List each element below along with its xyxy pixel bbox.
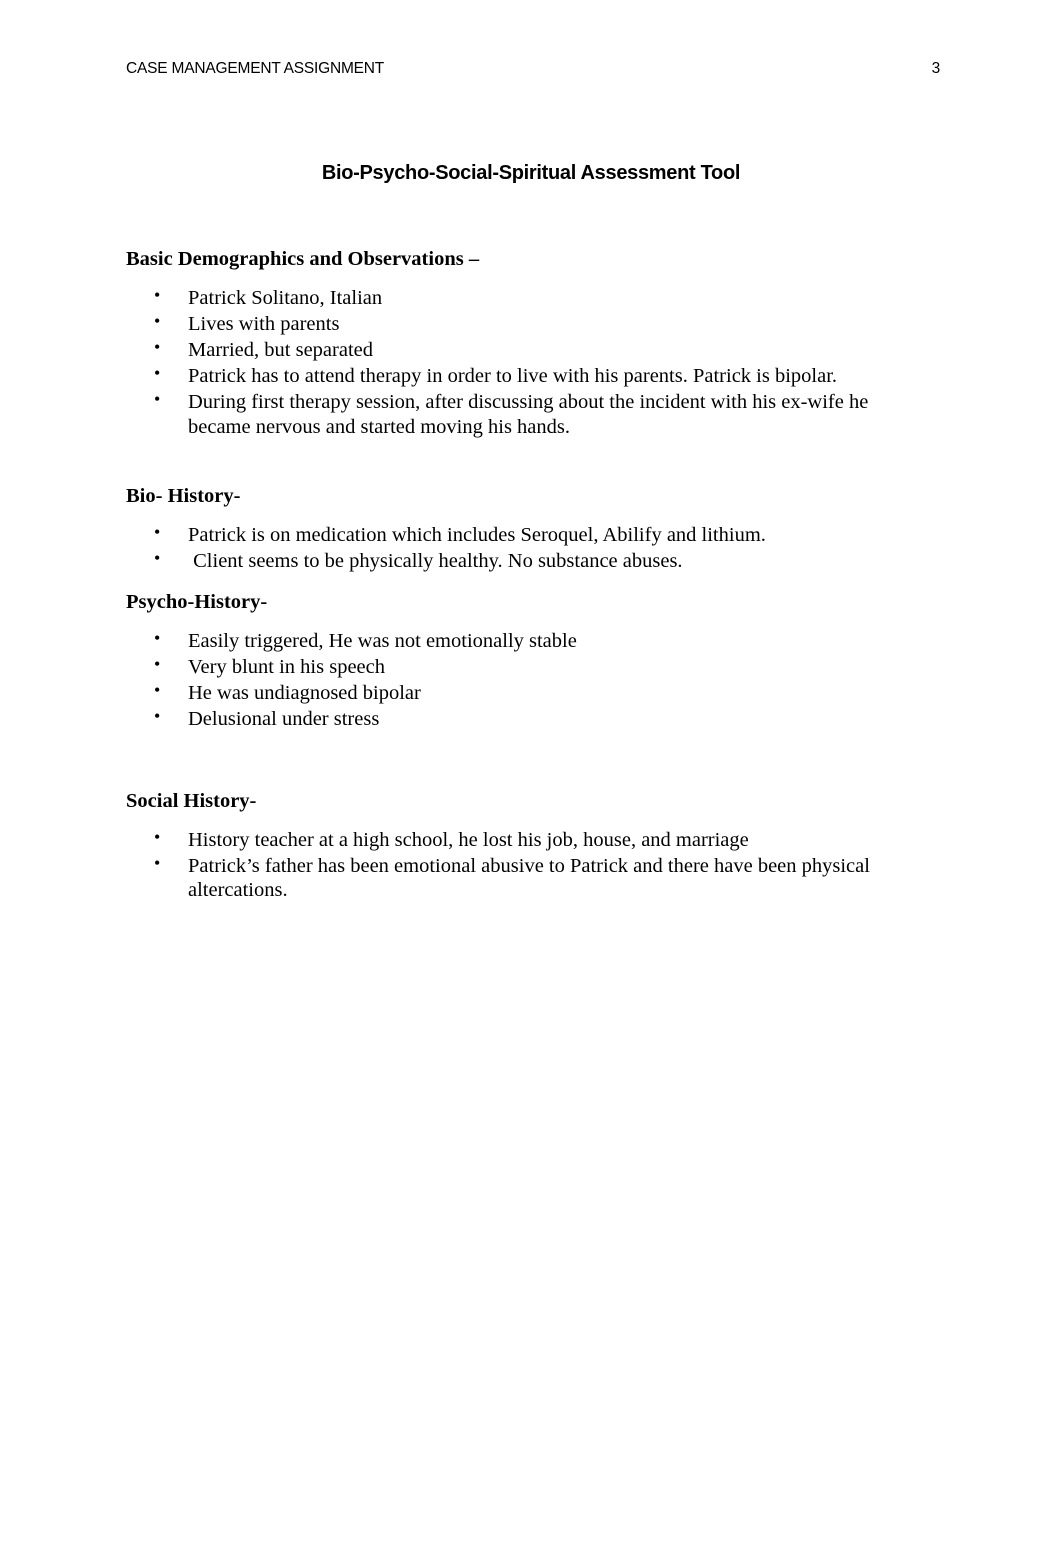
bullet-icon: • — [154, 826, 161, 847]
list-item: • Client seems to be physically healthy.… — [126, 547, 906, 574]
list-item-text: Patrick has to attend therapy in order t… — [188, 365, 838, 387]
section-heading: Social History- — [126, 789, 257, 812]
list-item-text: Patrick’s father has been emotional abus… — [188, 854, 870, 902]
list-item: • Patrick is on medication which includes… — [126, 521, 906, 548]
list-item-text: Patrick Solitano, Italian — [188, 287, 383, 309]
bullet-icon: • — [154, 521, 161, 542]
list-item-text: Easily triggered, He was not emotionally… — [188, 629, 577, 652]
list-item: • Lives with parents — [126, 311, 906, 337]
section-heading: Basic Demographics and Observations – — [126, 248, 480, 270]
list-item: • Delusional under stress — [126, 705, 906, 732]
bullet-list: • History teacher at a high school, he lo… — [126, 826, 906, 903]
bullet-icon: • — [154, 705, 161, 726]
bullet-icon: • — [154, 311, 161, 331]
bullet-list: • Patrick is on medication which includes… — [126, 521, 906, 574]
section-heading: Psycho-History- — [126, 590, 268, 613]
bullet-icon: • — [154, 389, 161, 409]
bullet-icon: • — [154, 653, 161, 674]
section-social-history: Social History- • History teacher at a hi… — [126, 788, 906, 903]
list-item: • Very blunt in his speech — [126, 653, 906, 680]
running-title: CASE MANAGEMENT ASSIGNMENT — [126, 60, 385, 77]
list-item-text: Very blunt in his speech — [188, 655, 385, 678]
page-number: 3 — [931, 60, 941, 77]
bullet-icon: • — [154, 337, 161, 357]
section-bio-history: Bio- History- • Patrick is on medication … — [126, 483, 906, 574]
bullet-icon: • — [154, 627, 161, 648]
bullet-icon: • — [154, 679, 161, 700]
list-item-text: History teacher at a high school, he los… — [188, 828, 749, 851]
page-header: CASE MANAGEMENT ASSIGNMENT 3 — [126, 60, 940, 78]
bullet-list: • Easily triggered, He was not emotionall… — [126, 627, 906, 732]
list-item-text: Delusional under stress — [188, 707, 380, 730]
list-item-text: Patrick is on medication which includes … — [188, 523, 766, 546]
list-item: • History teacher at a high school, he lo… — [126, 826, 906, 853]
list-item: • Married, but separated — [126, 337, 906, 363]
section-heading: Bio- History- — [126, 484, 241, 507]
list-item: • Patrick Solitano, Italian — [126, 285, 906, 311]
list-item-text: Lives with parents — [188, 313, 340, 335]
list-item: • Easily triggered, He was not emotionall… — [126, 627, 906, 654]
bullet-icon: • — [154, 285, 161, 305]
list-item-text: Client seems to be physically healthy. N… — [188, 549, 683, 572]
document-body: Basic Demographics and Observations – • P… — [126, 246, 906, 904]
bullet-icon: • — [154, 547, 161, 568]
list-item: • Patrick has to attend therapy in order … — [126, 363, 906, 389]
list-item-text: He was undiagnosed bipolar — [188, 681, 421, 704]
document-title: Bio-Psycho-Social-Spiritual Assessment T… — [321, 162, 741, 184]
section-psycho-history: Psycho-History- • Easily triggered, He wa… — [126, 589, 906, 732]
list-item-text: During first therapy session, after disc… — [188, 391, 869, 438]
list-item-text: Married, but separated — [188, 339, 373, 361]
bullet-icon: • — [154, 852, 161, 873]
list-item: • Patrick’s father has been emotional abu… — [126, 852, 906, 903]
list-item: • He was undiagnosed bipolar — [126, 679, 906, 706]
list-item: • During first therapy session, after dis… — [126, 389, 906, 439]
bullet-icon: • — [154, 363, 161, 383]
bullet-list: • Patrick Solitano, Italian • Lives with p… — [126, 285, 906, 439]
section-basic-demographics: Basic Demographics and Observations – • P… — [126, 246, 906, 439]
